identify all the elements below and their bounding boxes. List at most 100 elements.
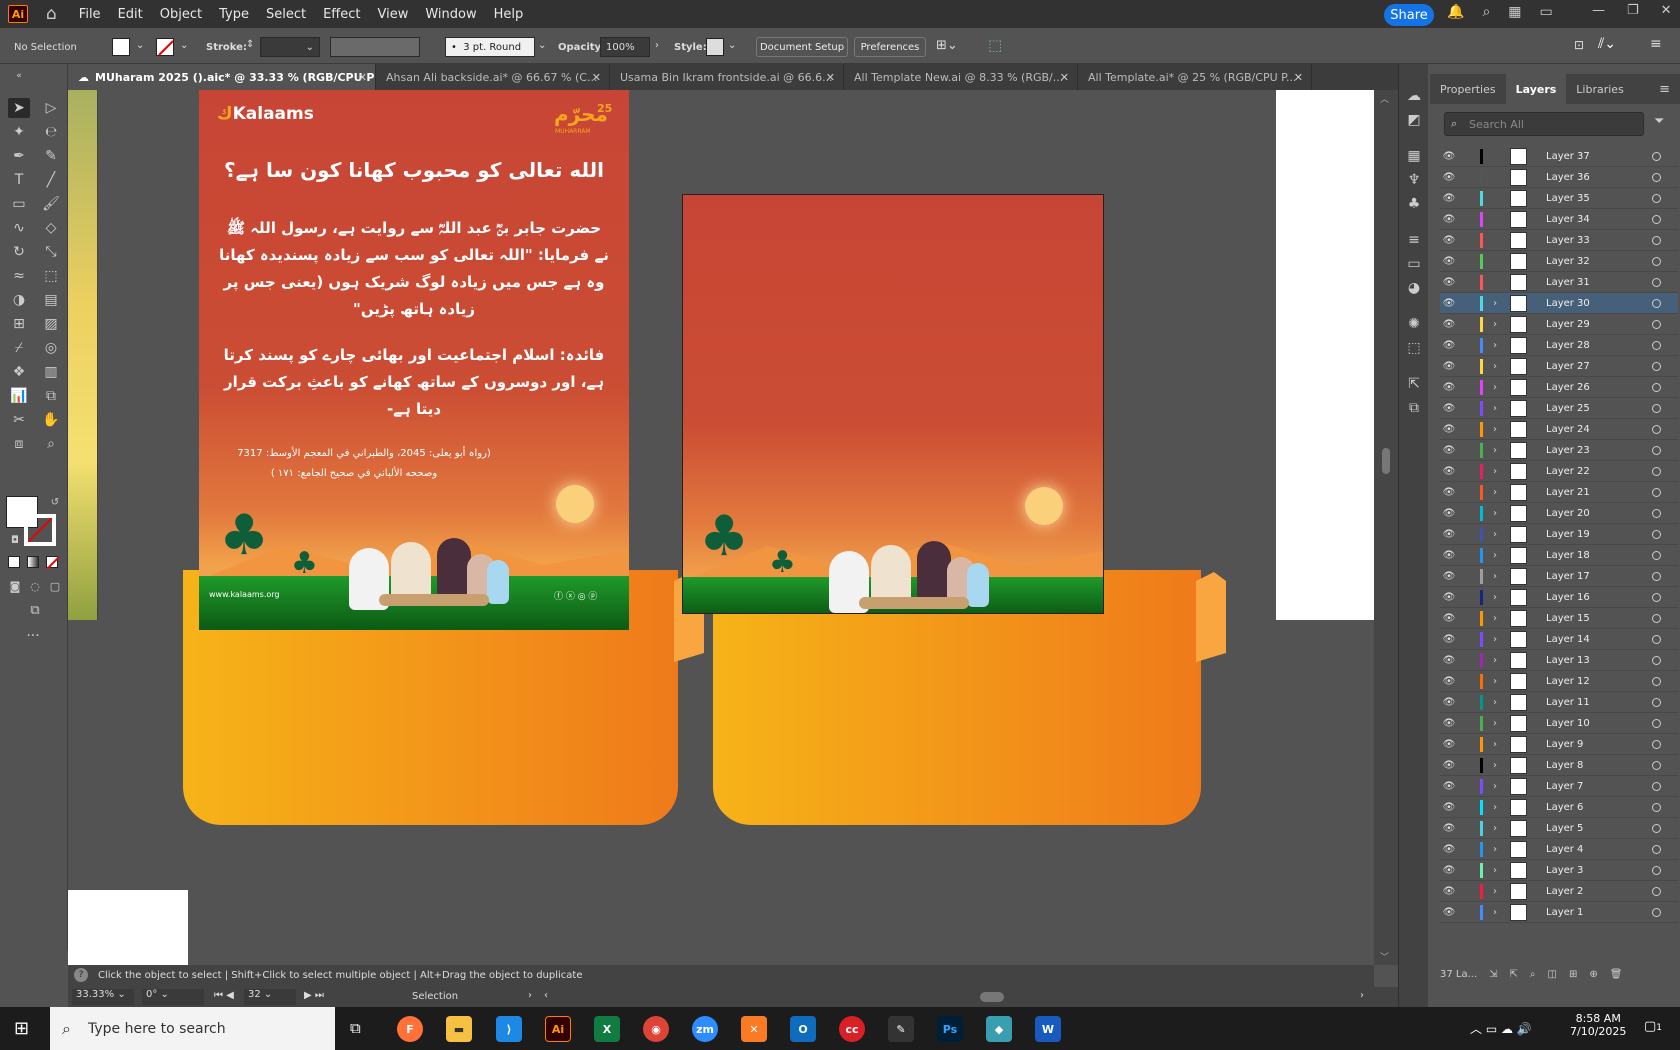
menu-object[interactable]: Object xyxy=(160,7,202,22)
target-icon[interactable] xyxy=(1652,760,1661,770)
stroke-stepper-icon[interactable]: ⇕ xyxy=(246,39,254,50)
tab-ahsan-ali[interactable]: Ahsan Ali backside.ai* @ 66.67 % (C... ✕ xyxy=(376,64,610,90)
tab-properties[interactable]: Properties xyxy=(1430,74,1506,104)
visibility-eye-icon[interactable]: 👁 xyxy=(1440,424,1458,435)
bell-icon[interactable]: 🔔 xyxy=(1447,4,1464,20)
target-icon[interactable] xyxy=(1652,298,1661,308)
selection-tool-icon[interactable]: ➤ xyxy=(8,98,30,118)
layer-row[interactable]: 👁 › Layer 25 xyxy=(1440,398,1678,419)
filter-icon[interactable]: ⏷ xyxy=(1654,114,1664,129)
variable-width-field[interactable] xyxy=(330,37,420,57)
expand-arrow-icon[interactable]: › xyxy=(1493,844,1497,855)
menu-view[interactable]: View xyxy=(377,7,408,22)
tab-all-template[interactable]: All Template.ai* @ 25 % (RGB/CPU P... ✕ xyxy=(1078,64,1312,90)
symbol-sprayer-icon[interactable]: ❖ xyxy=(8,362,30,382)
pen-app-icon[interactable]: ✎ xyxy=(888,1016,914,1042)
expand-arrow-icon[interactable]: › xyxy=(1493,319,1497,330)
layer-row[interactable]: 👁 › Layer 9 xyxy=(1440,734,1678,755)
layer-row[interactable]: 👁 › Layer 2 xyxy=(1440,881,1678,902)
vscode-icon[interactable]: ⟩ xyxy=(496,1016,522,1042)
zoom-tool-icon[interactable]: ⌕ xyxy=(40,434,62,454)
expand-arrow-icon[interactable]: › xyxy=(1493,865,1497,876)
target-icon[interactable] xyxy=(1652,907,1661,917)
print-tiling-icon[interactable]: ⧈ xyxy=(8,434,30,454)
layer-row[interactable]: 👁 Layer 37 xyxy=(1440,146,1678,167)
gradient-icon[interactable]: ▨ xyxy=(40,314,62,334)
expand-arrow-icon[interactable]: › xyxy=(1493,718,1497,729)
image-trace-icon[interactable]: ◩ xyxy=(1403,110,1425,130)
layer-row[interactable]: 👁 Layer 32 xyxy=(1440,251,1678,272)
default-colors-icon[interactable]: ◘ xyxy=(4,530,26,550)
expand-arrow-icon[interactable]: › xyxy=(1493,529,1497,540)
blend-icon[interactable]: ◎ xyxy=(40,338,62,358)
layer-row[interactable]: 👁 › Layer 11 xyxy=(1440,692,1678,713)
visibility-eye-icon[interactable]: 👁 xyxy=(1440,508,1458,519)
task-view-icon[interactable]: ⧉ xyxy=(350,1019,361,1037)
shaper-icon[interactable]: ∿ xyxy=(8,218,30,238)
layer-row[interactable]: 👁 Layer 34 xyxy=(1440,209,1678,230)
visibility-eye-icon[interactable]: 👁 xyxy=(1440,907,1458,918)
close-icon[interactable]: ✕ xyxy=(1060,71,1069,84)
collapse-icon[interactable]: « xyxy=(8,66,30,86)
expand-arrow-icon[interactable]: › xyxy=(1493,634,1497,645)
chevron-right-icon[interactable]: › xyxy=(655,40,659,51)
target-icon[interactable] xyxy=(1652,697,1661,707)
target-icon[interactable] xyxy=(1652,235,1661,245)
chevron-down-icon[interactable]: ⌄ xyxy=(180,40,188,51)
visibility-eye-icon[interactable]: 👁 xyxy=(1440,361,1458,372)
visibility-eye-icon[interactable]: 👁 xyxy=(1440,298,1458,309)
layer-row[interactable]: 👁 › Layer 22 xyxy=(1440,461,1678,482)
search-icon[interactable]: ⌕ xyxy=(1482,4,1490,20)
scale-icon[interactable]: ⤡ xyxy=(40,242,62,262)
slice-icon[interactable]: ✂ xyxy=(8,410,30,430)
visibility-eye-icon[interactable]: 👁 xyxy=(1440,340,1458,351)
layer-row[interactable]: 👁 › Layer 4 xyxy=(1440,839,1678,860)
lasso-icon[interactable]: ℮ xyxy=(40,122,62,142)
expand-arrow-icon[interactable]: › xyxy=(1493,781,1497,792)
chevron-left-icon[interactable]: ‹ xyxy=(544,990,548,1001)
layer-row[interactable]: 👁 › Layer 16 xyxy=(1440,587,1678,608)
stroke-weight-field[interactable]: ⌄ xyxy=(260,37,320,57)
expand-arrow-icon[interactable]: › xyxy=(1493,823,1497,834)
tab-libraries[interactable]: Libraries xyxy=(1566,74,1634,104)
layer-row[interactable]: 👁 › Layer 14 xyxy=(1440,629,1678,650)
layer-row[interactable]: 👁 › Layer 29 xyxy=(1440,314,1678,335)
perspective-icon[interactable]: ▤ xyxy=(40,290,62,310)
transparency-icon[interactable]: ◕ xyxy=(1403,278,1425,298)
more-tools-icon[interactable]: ··· xyxy=(22,626,44,646)
fill-swatch[interactable] xyxy=(112,38,130,56)
layer-row[interactable]: 👁 › Layer 18 xyxy=(1440,545,1678,566)
rotate-icon[interactable]: ↻ xyxy=(8,242,30,262)
artboard-number-field[interactable]: 32 ⌄ xyxy=(244,989,296,1005)
symbols-icon[interactable]: ♣ xyxy=(1403,194,1425,214)
target-icon[interactable] xyxy=(1652,571,1661,581)
poster-front[interactable]: كKalaams محرّم 25 MUHARRAM الله تعالی کو… xyxy=(199,90,629,630)
warp-icon[interactable]: ≈ xyxy=(8,266,30,286)
minimize-icon[interactable]: — xyxy=(1592,3,1605,18)
target-icon[interactable] xyxy=(1652,319,1661,329)
layer-row[interactable]: 👁 › Layer 28 xyxy=(1440,335,1678,356)
xampp-icon[interactable]: ✕ xyxy=(741,1016,767,1042)
new-sublayer-icon[interactable]: ⊞ xyxy=(1569,969,1577,980)
zoom-icon[interactable]: zm xyxy=(692,1016,718,1042)
close-icon[interactable]: ✕ xyxy=(358,71,367,84)
expand-arrow-icon[interactable]: › xyxy=(1493,886,1497,897)
menu-file[interactable]: File xyxy=(79,7,101,22)
layer-row[interactable]: 👁 › Layer 6 xyxy=(1440,797,1678,818)
visibility-eye-icon[interactable]: 👁 xyxy=(1440,886,1458,897)
visibility-eye-icon[interactable]: 👁 xyxy=(1440,382,1458,393)
target-icon[interactable] xyxy=(1652,172,1661,182)
target-icon[interactable] xyxy=(1652,550,1661,560)
layer-row[interactable]: 👁 › Layer 26 xyxy=(1440,377,1678,398)
chrome-icon[interactable]: ◉ xyxy=(643,1016,669,1042)
pen-tool-icon[interactable]: ✒ xyxy=(8,146,30,166)
swap-colors-icon[interactable]: ↺ xyxy=(44,492,66,512)
chevron-down-icon[interactable]: ⌄ xyxy=(136,40,144,51)
target-icon[interactable] xyxy=(1652,781,1661,791)
layer-row[interactable]: 👁 › Layer 27 xyxy=(1440,356,1678,377)
screen-mode-icon[interactable]: ⧉ xyxy=(24,600,46,620)
chevron-down-icon[interactable]: ⌄ xyxy=(728,40,736,51)
illustrator-taskbar-icon[interactable]: Ai xyxy=(545,1016,571,1042)
rotate-field[interactable]: 0° ⌄ xyxy=(142,989,204,1005)
target-icon[interactable] xyxy=(1652,865,1661,875)
